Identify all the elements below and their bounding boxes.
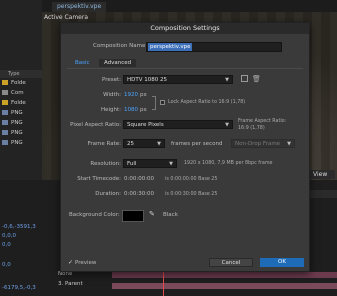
lock-aspect-label: Lock Aspect Ratio to 16:9 (1,78) [168,100,246,105]
folder-icon [2,80,8,85]
trash-icon[interactable]: 🗑 [252,75,261,83]
tab-divider [67,68,303,69]
image-file-icon [2,140,8,145]
height-value[interactable]: 1080 [124,107,138,113]
folder-icon [2,100,8,105]
resolution-info: 1920 x 1080, 7,9 MB per 8bpc frame [184,161,273,166]
project-row[interactable]: PNG [2,138,42,148]
composition-name-label: Composition Name: [93,43,148,49]
property-value[interactable]: 0,0 [2,262,11,268]
frame-rate-label: Frame Rate: [87,141,121,147]
frame-rate-select[interactable]: 25 ▼ [123,139,165,148]
duration-value[interactable]: 0:00:30:00 [124,191,154,197]
resolution-select[interactable]: Full ▼ [123,159,177,168]
composition-icon [2,90,8,95]
background-color-swatch[interactable] [122,210,144,222]
image-file-icon [2,110,8,115]
start-timecode-label: Start Timecode: [77,176,121,182]
frame-rate-unit: frames per second [171,141,223,147]
width-label: Width: [103,92,121,98]
project-row[interactable]: Folde [2,98,42,108]
height-label: Height: [100,107,121,113]
project-column-type[interactable]: Type [0,70,42,78]
cancel-button[interactable]: Cancel [209,258,253,267]
width-value[interactable]: 1920 [124,92,138,98]
background-color-name: Black [163,212,178,218]
save-preset-icon[interactable] [241,75,248,82]
frame-aspect-value: 16:9 (1,78) [238,126,265,131]
background-color-label: Background Color: [69,212,120,218]
eyedropper-icon[interactable]: ✎ [149,210,155,218]
project-row[interactable]: PNG [2,108,42,118]
frame-aspect-label: Frame Aspect Ratio: [238,119,287,124]
project-row[interactable]: Folde [2,78,42,88]
view-menu-button[interactable]: View [309,170,335,179]
ok-button[interactable]: OK [260,258,304,267]
property-value[interactable]: 0,0 [2,242,11,248]
composition-name-input[interactable]: perspektiv.vpe [146,42,282,52]
duration-label: Duration: [95,191,121,197]
start-timecode-info: is 0:00:00:00 Base 25 [165,177,218,182]
composition-name-value: perspektiv.vpe [148,43,193,51]
pixel-aspect-select[interactable]: Square Pixels ▼ [123,120,233,129]
tab-basic[interactable]: Basic [75,60,90,66]
property-value[interactable]: 0,0,0 [2,233,16,239]
preset-label: Preset: [101,77,121,83]
composition-settings-dialog: Composition Settings Composition Name: p… [60,22,310,272]
property-value[interactable]: -0,6,-3591,3 [2,224,36,230]
layer-bar[interactable] [112,283,337,289]
link-bracket [152,96,156,110]
project-row[interactable]: PNG [2,118,42,128]
viewer-tab[interactable]: perspektiv.vpe [52,2,107,12]
pixel-aspect-label: Pixel Aspect Ratio: [70,122,121,128]
tab-advanced[interactable]: Advanced [99,59,137,67]
property-value[interactable]: -6179,5,-0,3 [2,285,36,291]
duration-info: is 0:00:30:00 Base 25 [165,192,218,197]
preview-label: Preview [75,260,97,266]
image-file-icon [2,130,8,135]
parent-dropdown[interactable]: 3. Parent [58,281,83,287]
width-unit: px [140,92,147,98]
image-file-icon [2,120,8,125]
dialog-title: Composition Settings [61,23,309,34]
preset-select[interactable]: HDTV 1080 25 ▼ [123,75,233,84]
layer-bar[interactable] [112,272,337,278]
dropdown-arrow-icon: ▼ [169,161,173,167]
project-row[interactable]: PNG [2,128,42,138]
lock-aspect-checkbox[interactable] [160,100,165,105]
height-unit: px [140,107,147,113]
resolution-label: Resolution: [90,161,121,167]
start-timecode-value[interactable]: 0:00:00:00 [124,176,154,182]
drop-frame-select[interactable]: Non-Drop Frame ▼ [231,139,295,148]
preview-checkbox[interactable]: ✓ [68,259,73,266]
project-row[interactable]: Com [2,88,42,98]
dropdown-arrow-icon: ▼ [225,122,229,128]
dropdown-arrow-icon: ▼ [225,77,229,83]
active-camera-label: Active Camera [44,14,89,21]
dropdown-arrow-icon: ▼ [287,141,291,147]
dropdown-arrow-icon: ▼ [157,141,161,147]
